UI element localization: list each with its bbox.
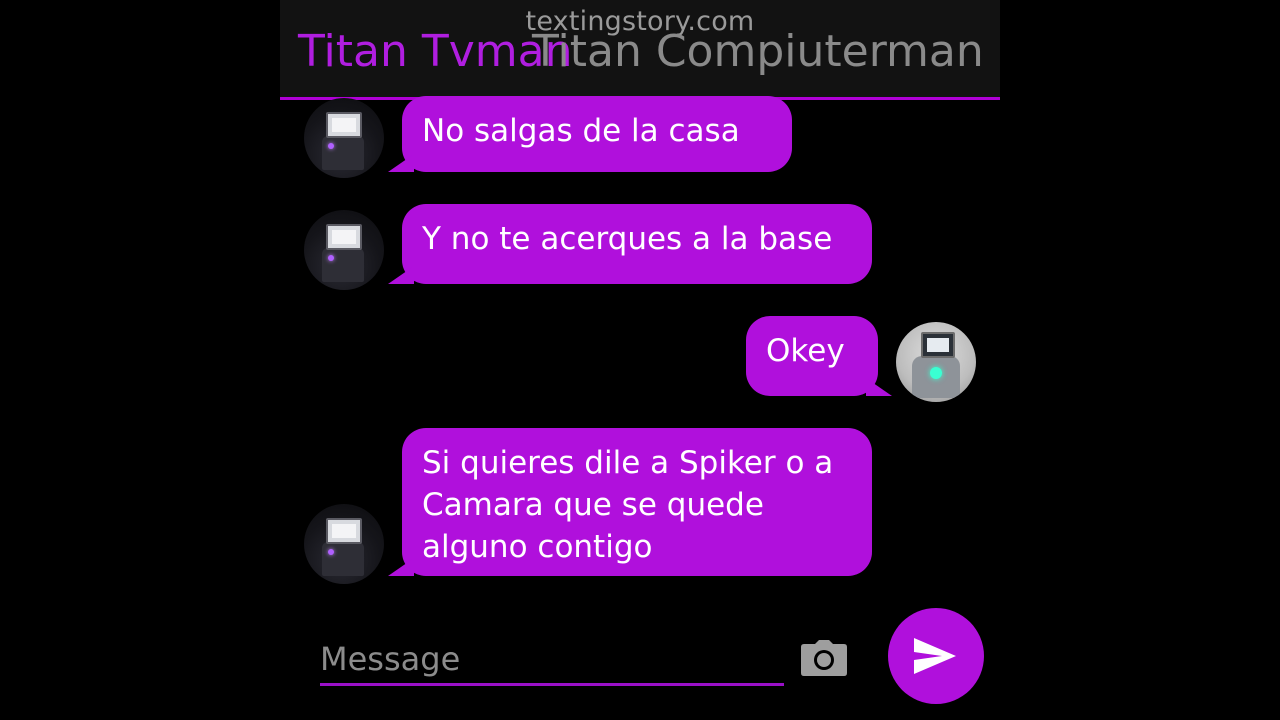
avatar-titan-tvman[interactable] xyxy=(304,98,384,178)
message-bubble-received: Y no te acerques a la base xyxy=(402,204,872,284)
message-input-placeholder: Message xyxy=(320,640,461,678)
message-input[interactable]: Message xyxy=(320,636,784,686)
message-text: Si quieres dile a Spiker o a Camara que … xyxy=(422,445,834,565)
message-text: Okey xyxy=(766,333,845,369)
send-button[interactable] xyxy=(888,608,984,704)
message-text: No salgas de la casa xyxy=(422,113,740,149)
avatar-titan-tvman[interactable] xyxy=(304,504,384,584)
send-icon xyxy=(914,638,956,674)
camera-icon[interactable] xyxy=(800,640,848,676)
chat-screen: textingstory.com Titan Tvman Titan Compi… xyxy=(280,0,1000,720)
message-bubble-received: No salgas de la casa xyxy=(402,96,792,172)
chat-header: textingstory.com Titan Tvman Titan Compi… xyxy=(280,0,1000,100)
message-bubble-received: Si quieres dile a Spiker o a Camara que … xyxy=(402,428,872,576)
contact-name-overlay: Titan Compiuterman xyxy=(532,26,984,77)
avatar-titan-compiuterman[interactable] xyxy=(896,322,976,402)
message-bubble-sent: Okey xyxy=(746,316,878,396)
message-text: Y no te acerques a la base xyxy=(422,221,833,257)
avatar-titan-tvman[interactable] xyxy=(304,210,384,290)
